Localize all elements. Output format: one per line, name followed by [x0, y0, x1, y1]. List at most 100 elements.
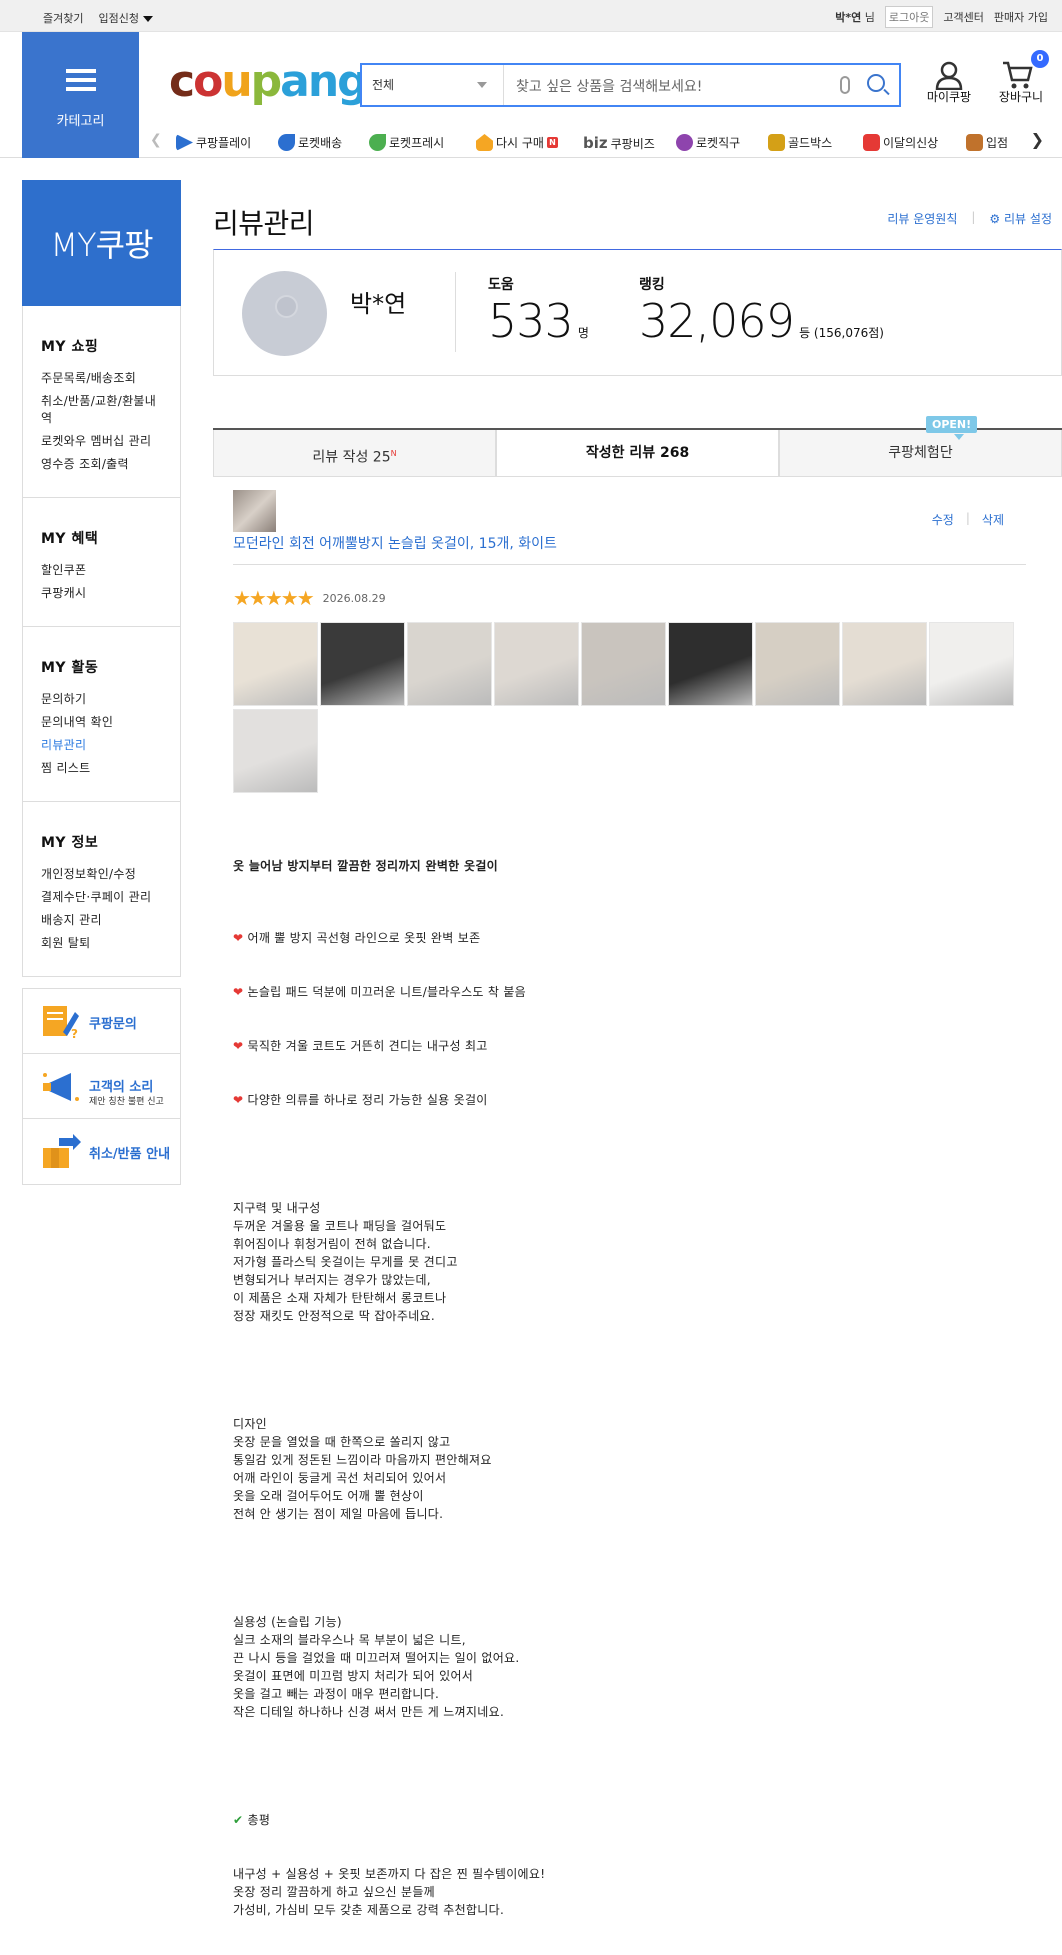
gear-icon: ⚙ — [989, 212, 1001, 226]
menu-item-inquiry-history[interactable]: 문의내역 확인 — [41, 714, 159, 731]
menu-item-payment[interactable]: 결제수단·쿠페이 관리 — [41, 889, 159, 906]
search-input[interactable]: 찾고 싶은 상품을 검색해보세요! — [516, 76, 702, 96]
search-icon[interactable] — [867, 74, 885, 92]
heart-line-1: ❤ 어깨 뿔 방지 곡선형 라인으로 옷핏 완벽 보존 — [233, 931, 481, 945]
banner-title: 취소/반품 안내 — [89, 1147, 171, 1162]
edit-review-button[interactable]: 수정 — [932, 511, 954, 528]
gnb-item-rocket-fresh[interactable]: 로켓프레시 — [369, 134, 444, 151]
gnb-label: 다시 구매 — [496, 136, 544, 150]
menu-item-address[interactable]: 배송지 관리 — [41, 912, 159, 929]
tab-written-reviews[interactable]: 작성한 리뷰 268 — [496, 430, 779, 477]
category-label: 카테고리 — [56, 114, 105, 129]
review-paragraph-summary: 내구성 + 실용성 + 옷핏 보존까지 다 잡은 찐 필수템이에요! 옷장 정리… — [233, 1867, 546, 1917]
gnb-item-vendor[interactable]: 입점 — [966, 134, 1008, 151]
cart-count-badge: 0 — [1031, 50, 1049, 68]
customer-center-link[interactable]: 고객센터 — [943, 9, 983, 25]
review-paragraph-design: 디자인 옷장 문을 열었을 때 한쪽으로 쏠리지 않고 통일감 있게 정돈된 느… — [233, 1417, 492, 1521]
menu-item-wishlist[interactable]: 찜 리스트 — [41, 760, 159, 777]
menu-item-cash[interactable]: 쿠팡캐시 — [41, 585, 159, 602]
search-category-select[interactable]: 전체 — [362, 65, 504, 105]
summary-heading: ✔ 총평 — [233, 1813, 271, 1827]
microphone-icon[interactable] — [840, 76, 850, 94]
site-header: 카테고리 coupang 전체 찾고 싶은 상품을 검색해보세요! 마이쿠팡 0… — [0, 32, 1062, 158]
sidebar: MY쿠팡 MY 쇼핑 주문목록/배송조회 취소/반품/교환/환불내역 로켓와우 … — [22, 180, 181, 1185]
user-icon — [935, 61, 963, 90]
gnb-item-rocket-delivery[interactable]: 로켓배송 — [278, 134, 342, 151]
review-paragraph-durability: 지구력 및 내구성 두꺼운 겨울용 울 코트나 패딩을 걸어둬도 휘어짐이나 휘… — [233, 1201, 458, 1323]
my-coupang-title[interactable]: MY쿠팡 — [22, 180, 181, 306]
new-badge: N — [546, 137, 558, 148]
menu-group-shopping: MY 쇼핑 주문목록/배송조회 취소/반품/교환/환불내역 로켓와우 멤버십 관… — [23, 306, 180, 498]
logout-button[interactable]: 로그아웃 — [884, 6, 934, 28]
vendor-apply-link[interactable]: 입점신청 — [98, 10, 153, 26]
play-icon — [176, 134, 193, 151]
globe-icon — [676, 134, 693, 151]
product-thumbnail[interactable] — [233, 490, 276, 532]
menu-item-wow-membership[interactable]: 로켓와우 멤버십 관리 — [41, 433, 159, 450]
sidebar-menu: MY 쇼핑 주문목록/배송조회 취소/반품/교환/환불내역 로켓와우 멤버십 관… — [22, 306, 181, 977]
review-photo[interactable] — [407, 622, 492, 706]
review-photo[interactable] — [233, 709, 318, 793]
gnb-item-rebuy[interactable]: 다시 구매 N — [476, 134, 558, 151]
review-policy-link[interactable]: 리뷰 운영원칙 — [887, 210, 957, 227]
gnb-item-rocket-global[interactable]: 로켓직구 — [676, 134, 740, 151]
heart-icon: ❤ — [233, 931, 244, 945]
menu-item-cancel-return[interactable]: 취소/반품/교환/환불내역 — [41, 393, 159, 427]
menu-item-orders[interactable]: 주문목록/배송조회 — [41, 370, 159, 387]
coupang-logo[interactable]: coupang — [169, 56, 369, 108]
review-photo[interactable] — [842, 622, 927, 706]
menu-item-review-manage[interactable]: 리뷰관리 — [41, 737, 159, 754]
menu-item-receipt[interactable]: 영수증 조회/출력 — [41, 456, 159, 473]
gnb-item-coupang-biz[interactable]: biz 쿠팡비즈 — [583, 134, 655, 152]
favorites-link[interactable]: 즐겨찾기 — [43, 10, 83, 26]
gnb-item-new-arrivals[interactable]: 이달의신상 — [863, 134, 938, 151]
tab-write-review[interactable]: 리뷰 작성 25N — [213, 430, 496, 477]
user-suffix: 님 — [864, 11, 875, 24]
menu-group-title: MY 쇼핑 — [41, 339, 99, 355]
rank-stat: 랭킹 32,069 등 (156,076점) — [639, 274, 884, 348]
gnb-item-coupangplay[interactable]: 쿠팡플레이 — [176, 134, 251, 151]
menu-group-activity: MY 활동 문의하기 문의내역 확인 리뷰관리 찜 리스트 — [23, 627, 180, 802]
rank-label: 랭킹 — [639, 277, 665, 293]
review-photo[interactable] — [494, 622, 579, 706]
review-tabs: 리뷰 작성 25N 작성한 리뷰 268 쿠팡체험단 — [213, 428, 1062, 477]
product-name-link[interactable]: 모던라인 회전 어깨뿔방지 논슬립 옷걸이, 15개, 화이트 — [233, 533, 557, 553]
review-body: ★★★★★ 2026.08.29 옷 늘어남 방지부터 깔끔한 정리까지 완벽한… — [233, 586, 1023, 1917]
chevron-left-icon[interactable]: ❮ — [150, 132, 162, 148]
tab-label: 작성한 리뷰 268 — [585, 445, 690, 461]
menu-item-inquiry[interactable]: 문의하기 — [41, 691, 159, 708]
mycoupang-button[interactable]: 마이쿠팡 — [925, 61, 973, 105]
rocket-icon — [278, 134, 295, 151]
rank-value: 32,069 — [639, 294, 795, 348]
review-photo[interactable] — [668, 622, 753, 706]
rating: ★★★★★ 2026.08.29 — [233, 586, 1023, 610]
tab-experience-group[interactable]: 쿠팡체험단 — [779, 430, 1062, 477]
menu-item-withdraw[interactable]: 회원 탈퇴 — [41, 935, 159, 952]
new-badge: N — [390, 449, 397, 458]
tab-label: 리뷰 작성 25 — [312, 449, 391, 466]
gnb-label: 이달의신상 — [883, 136, 939, 150]
banner-voice[interactable]: 고객의 소리 제안 칭찬 불편 신고 — [23, 1054, 180, 1119]
delete-review-button[interactable]: 삭제 — [982, 511, 1004, 528]
cart-button[interactable]: 0 장바구니 — [997, 50, 1049, 105]
review-photo[interactable] — [929, 622, 1014, 706]
review-photo[interactable] — [755, 622, 840, 706]
rank-unit: 등 (156,076점) — [799, 326, 884, 340]
category-button[interactable]: 카테고리 — [22, 32, 139, 158]
banner-subtitle: 제안 칭찬 불편 신고 — [89, 1097, 164, 1107]
menu-item-profile[interactable]: 개인정보확인/수정 — [41, 866, 159, 883]
review-photo[interactable] — [320, 622, 405, 706]
gnb-label: 로켓배송 — [298, 136, 343, 150]
gnb-item-goldbox[interactable]: 골드박스 — [768, 134, 832, 151]
seller-join-link[interactable]: 판매자 가입 — [994, 9, 1048, 25]
inquiry-icon: ? — [43, 1006, 79, 1040]
tab-label: 쿠팡체험단 — [888, 445, 953, 461]
banner-title: 고객의 소리 — [89, 1080, 154, 1095]
banner-inquiry[interactable]: ? 쿠팡문의 — [23, 989, 180, 1054]
review-settings-link[interactable]: ⚙ 리뷰 설정 — [989, 210, 1052, 227]
menu-item-coupons[interactable]: 할인쿠폰 — [41, 562, 159, 579]
review-photo[interactable] — [581, 622, 666, 706]
review-photo[interactable] — [233, 622, 318, 706]
chevron-right-icon[interactable]: ❯ — [1031, 130, 1044, 149]
banner-return[interactable]: 취소/반품 안내 — [23, 1119, 180, 1184]
